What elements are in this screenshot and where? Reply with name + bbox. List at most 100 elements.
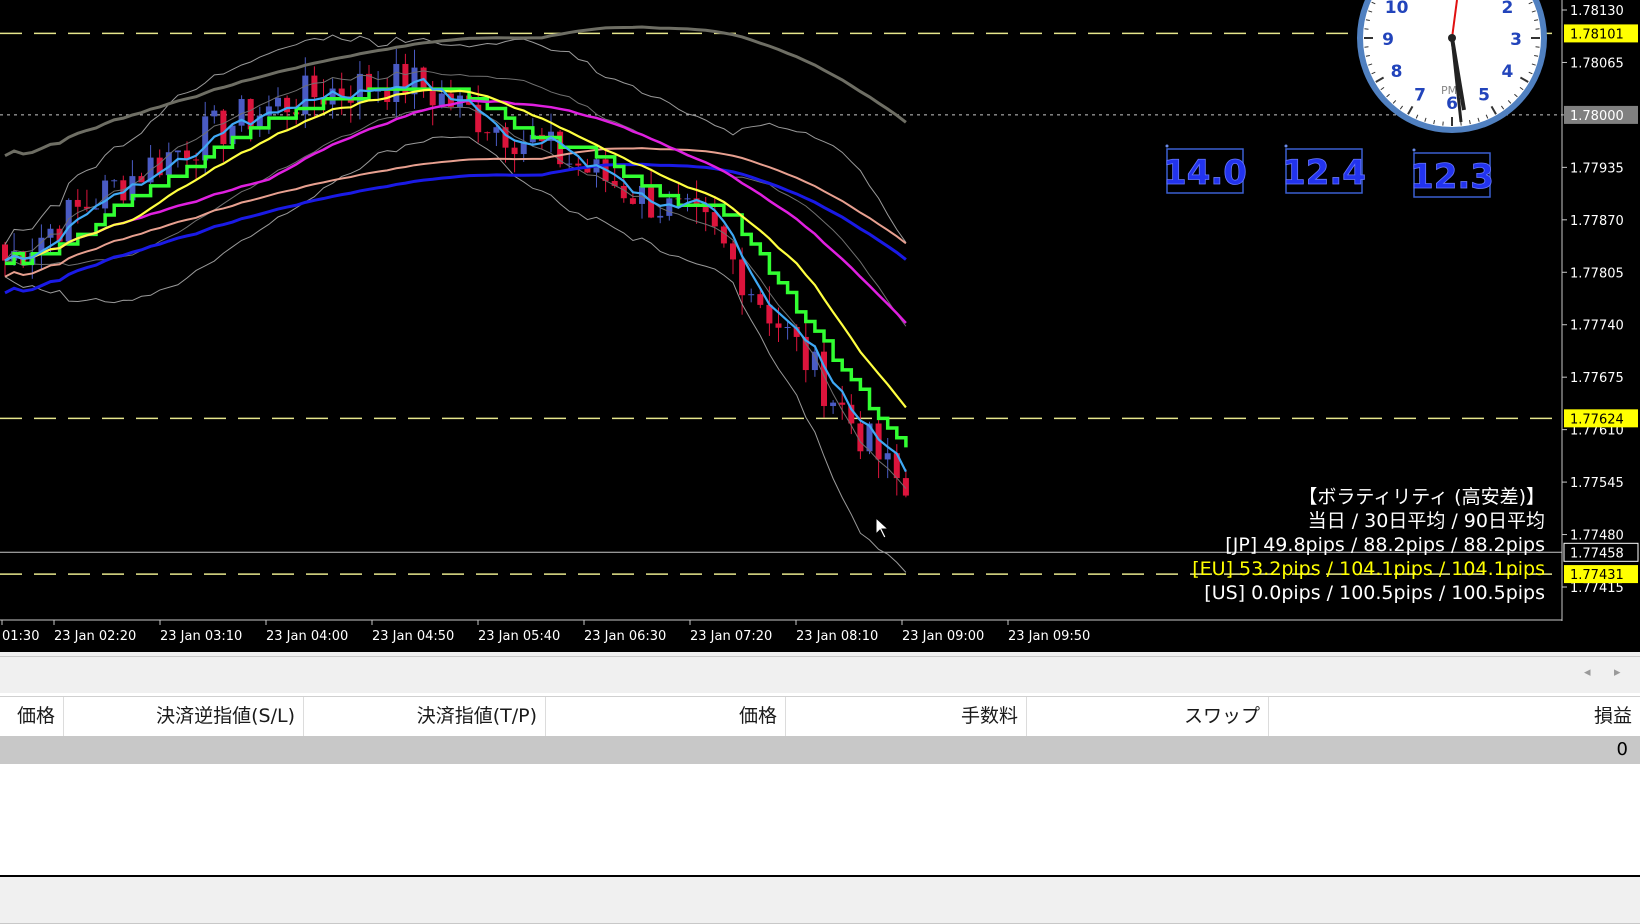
spread-anchor-dot xyxy=(1413,149,1416,152)
candle-body xyxy=(311,76,317,98)
volatility-us-text: [US] 0.0pips / 100.5pips / 100.5pips xyxy=(1204,582,1545,604)
chart-scrollbar[interactable]: ◂ ▸ xyxy=(0,656,1640,693)
trade-table-header: 価格 決済逆指値(S/L) 決済指値(T/P) 価格 手数料 スワップ 損益 xyxy=(0,696,1640,737)
price-tick-label: 1.77740 xyxy=(1570,319,1624,334)
candle-body xyxy=(575,164,581,166)
candle-body xyxy=(111,180,117,181)
candle-body xyxy=(439,94,445,106)
status-bar xyxy=(0,877,1640,924)
column-header-profit[interactable]: 損益 xyxy=(1269,697,1640,736)
spread-anchor-dot xyxy=(1285,145,1288,148)
spread-value-2: 12.3 xyxy=(1410,157,1494,197)
price-tick-label: 1.77545 xyxy=(1570,476,1624,491)
bollinger-inner-lower-line xyxy=(5,107,906,489)
time-tick-label: 23 Jan 07:20 xyxy=(690,629,772,644)
analog-clock-icon: 10 2 9 3 8 4 7 56PM xyxy=(1360,0,1544,130)
price-tick-label: 1.77675 xyxy=(1570,371,1624,386)
price-tick-label: 1.77415 xyxy=(1570,581,1624,596)
price-marker-label: 1.78000 xyxy=(1570,109,1624,124)
time-tick-label: 23 Jan 03:10 xyxy=(160,629,242,644)
volatility-jp-text: [JP] 49.8pips / 88.2pips / 88.2pips xyxy=(1225,534,1545,556)
column-header-swap[interactable]: スワップ xyxy=(1027,697,1269,736)
spread-value-0: 14.0 xyxy=(1163,153,1247,193)
terminal-panel: 価格 決済逆指値(S/L) 決済指値(T/P) 価格 手数料 スワップ 損益 0 xyxy=(0,693,1640,923)
clock-numeral: 10 xyxy=(1385,0,1409,18)
scroll-right-arrow-icon[interactable]: ▸ xyxy=(1614,665,1621,680)
time-tick-label: 23 Jan 09:50 xyxy=(1008,629,1090,644)
time-tick-label: 23 Jan 06:30 xyxy=(584,629,666,644)
scroll-left-arrow-icon[interactable]: ◂ xyxy=(1584,665,1591,680)
candle-body xyxy=(885,453,891,459)
column-header-commission[interactable]: 手数料 xyxy=(786,697,1027,736)
bollinger-inner-upper-line xyxy=(5,71,906,326)
column-header-price-open[interactable]: 価格 xyxy=(0,697,64,736)
balance-summary-row[interactable]: 0 xyxy=(0,736,1640,764)
candle-body xyxy=(430,90,436,105)
candle-body xyxy=(484,132,490,133)
candle-body xyxy=(512,148,518,154)
clock-numeral: 4 xyxy=(1502,62,1514,82)
chart-canvas[interactable]: 1.78130 1.78065 1.78000 1.77935 1.77870 1.778… xyxy=(0,0,1640,652)
clock-meridiem: PM xyxy=(1441,84,1457,97)
clock-numeral: 8 xyxy=(1391,62,1403,82)
volatility-header-text: 当日 / 30日平均 / 90日平均 xyxy=(1308,510,1545,532)
column-header-take-profit[interactable]: 決済指値(T/P) xyxy=(304,697,546,736)
candle-body xyxy=(830,403,836,406)
candle-body xyxy=(666,198,672,216)
price-tick-label: 1.77935 xyxy=(1570,161,1624,176)
candle-body xyxy=(839,403,845,405)
candle-body xyxy=(275,98,281,107)
price-marker-label: 1.77458 xyxy=(1570,546,1624,561)
price-tick-label: 1.78130 xyxy=(1570,4,1624,19)
candle-body xyxy=(748,294,754,295)
candle-body xyxy=(630,198,636,204)
candle-body xyxy=(75,200,81,207)
time-tick-label: 23 Jan 04:50 xyxy=(372,629,454,644)
candle-body xyxy=(193,159,199,160)
spread-value-1: 12.4 xyxy=(1282,153,1366,193)
clock-numeral: 5 xyxy=(1478,85,1490,105)
time-tick-label: 23 Jan 04:00 xyxy=(266,629,348,644)
candle-body xyxy=(757,294,763,305)
price-marker-label: 1.77431 xyxy=(1570,568,1624,583)
column-header-price-current[interactable]: 価格 xyxy=(546,697,786,736)
clock-numeral: 2 xyxy=(1502,0,1514,18)
candle-body xyxy=(657,216,663,218)
ma-fast-line xyxy=(5,79,906,472)
time-tick-label: 01:30 xyxy=(2,629,39,644)
clock-center xyxy=(1448,34,1456,42)
price-tick-label: 1.77480 xyxy=(1570,529,1624,544)
clock-numeral: 9 xyxy=(1382,30,1394,50)
price-tick-label: 1.78065 xyxy=(1570,56,1624,71)
candle-body xyxy=(211,111,217,117)
candle-body xyxy=(66,200,72,242)
candle-body xyxy=(685,198,691,199)
step-ma-line xyxy=(5,89,906,447)
candle-body xyxy=(785,327,791,328)
clock-numeral: 7 xyxy=(1414,85,1426,105)
mouse-cursor-icon xyxy=(876,518,888,538)
column-header-stop-loss[interactable]: 決済逆指値(S/L) xyxy=(64,697,304,736)
candle-body xyxy=(202,116,208,160)
volatility-eu-text: [EU] 53.2pips / 104.1pips / 104.1pips xyxy=(1192,558,1545,580)
time-tick-label: 23 Jan 02:20 xyxy=(54,629,136,644)
price-tick-label: 1.77870 xyxy=(1570,214,1624,229)
candle-body xyxy=(102,181,108,209)
time-tick-label: 23 Jan 09:00 xyxy=(902,629,984,644)
total-profit-value: 0 xyxy=(1617,736,1628,764)
candle-body xyxy=(730,243,736,259)
price-marker-label: 1.77624 xyxy=(1570,412,1624,427)
volatility-title-text: 【ボラティリティ (高安差)】 xyxy=(1298,486,1545,508)
price-tick-label: 1.77805 xyxy=(1570,266,1624,281)
price-marker-label: 1.78101 xyxy=(1570,27,1624,42)
price-chart[interactable]: 1.78130 1.78065 1.78000 1.77935 1.77870 1.778… xyxy=(0,0,1640,652)
candle-body xyxy=(175,150,181,152)
clock-numeral: 6 xyxy=(1446,94,1458,114)
time-tick-label: 23 Jan 05:40 xyxy=(478,629,560,644)
clock-numeral: 3 xyxy=(1510,30,1522,50)
candle-body xyxy=(776,323,782,327)
bollinger-upper-line xyxy=(5,35,906,244)
candle-body xyxy=(220,111,226,144)
candle-body xyxy=(739,259,745,295)
time-tick-label: 23 Jan 08:10 xyxy=(796,629,878,644)
